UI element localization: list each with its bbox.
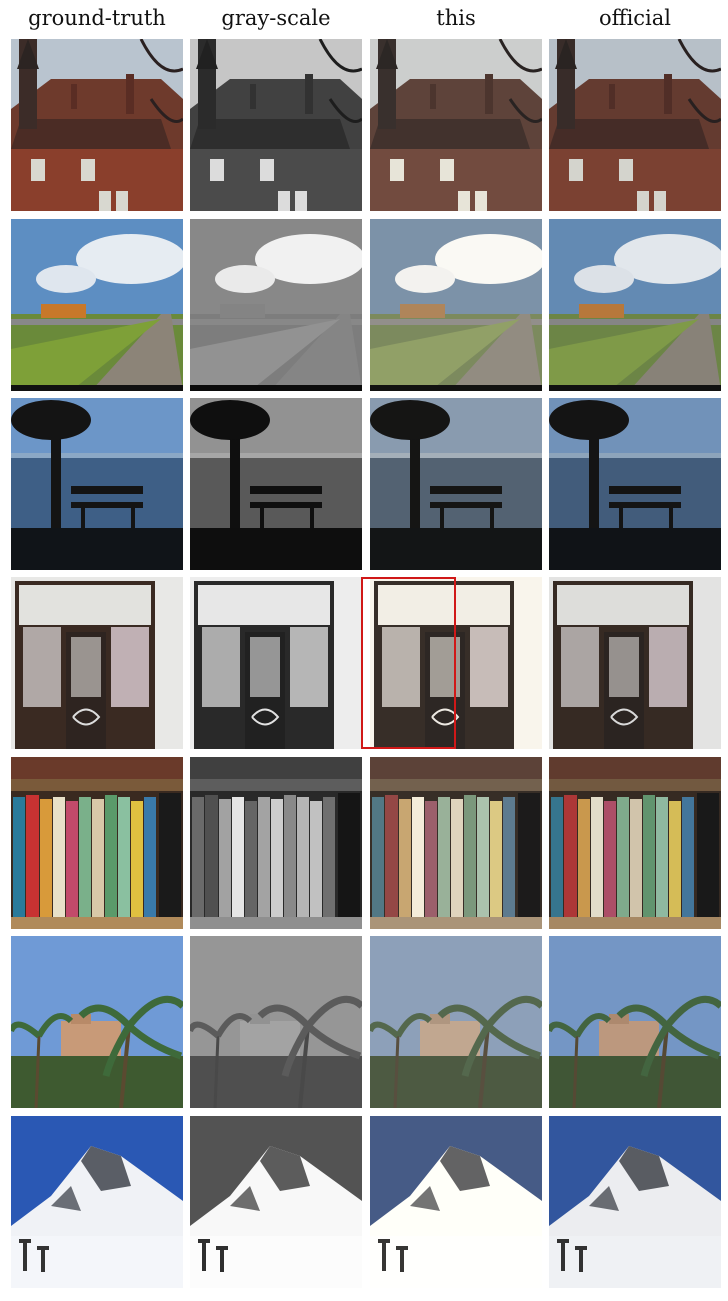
- image-snow-this: [370, 1116, 542, 1288]
- image-bench-truth: [11, 398, 183, 570]
- image-books-official: [549, 757, 721, 929]
- image-palms-official: [549, 936, 721, 1108]
- image-snow-official: [549, 1116, 721, 1288]
- col-label-ground-truth: ground-truth: [28, 6, 166, 30]
- image-train-this: [370, 219, 542, 391]
- image-palms-truth: [11, 936, 183, 1108]
- image-building-this: [370, 39, 542, 211]
- image-building-official: [549, 39, 721, 211]
- image-train-official: [549, 219, 721, 391]
- image-building-truth: [11, 39, 183, 211]
- image-train-truth: [11, 219, 183, 391]
- col-label-gray-scale: gray-scale: [221, 6, 331, 30]
- image-palms-gray: [190, 936, 362, 1108]
- image-bench-this: [370, 398, 542, 570]
- image-snow-gray: [190, 1116, 362, 1288]
- image-bench-gray: [190, 398, 362, 570]
- image-door-gray: [190, 577, 362, 749]
- image-door-truth: [11, 577, 183, 749]
- image-palms-this: [370, 936, 542, 1108]
- image-books-gray: [190, 757, 362, 929]
- image-books-this: [370, 757, 542, 929]
- image-bench-official: [549, 398, 721, 570]
- highlight-box: [361, 577, 456, 749]
- image-books-truth: [11, 757, 183, 929]
- image-snow-truth: [11, 1116, 183, 1288]
- col-label-official: official: [599, 6, 671, 30]
- image-door-official: [549, 577, 721, 749]
- image-building-gray: [190, 39, 362, 211]
- col-label-this: this: [436, 6, 476, 30]
- image-train-gray: [190, 219, 362, 391]
- column-headers: ground-truth gray-scale this official: [0, 0, 728, 38]
